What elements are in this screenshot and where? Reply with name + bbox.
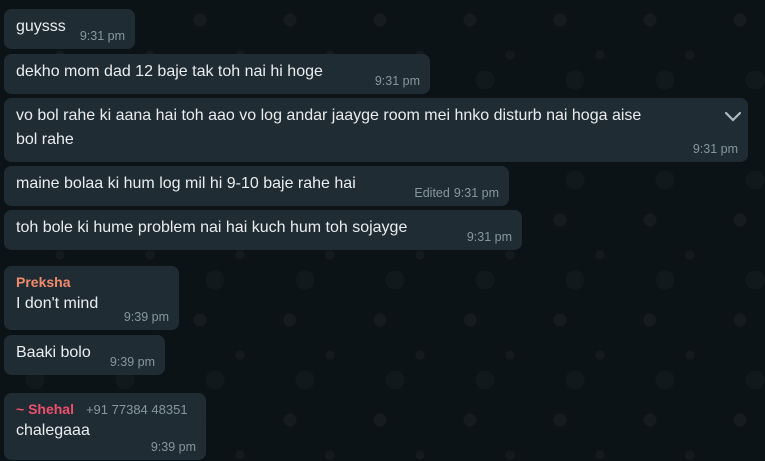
message-time: 9:31 pm	[374, 74, 420, 88]
edited-label: Edited	[414, 186, 450, 200]
message-bubble[interactable]: vo bol rahe ki aana hai toh aao vo log a…	[4, 98, 748, 162]
message-bubble[interactable]: ~ Shehal +91 77384 48351 chalegaaa 9:39 …	[4, 393, 206, 460]
message-text: toh bole ki hume problem nai hai kuch hu…	[16, 219, 408, 236]
message-bubble[interactable]: Preksha I don't mind 9:39 pm	[4, 266, 179, 330]
message-text: vo bol rahe ki aana hai toh aao vo log a…	[16, 107, 642, 124]
message-time: Edited 9:31 pm	[414, 186, 499, 200]
message-bubble[interactable]: toh bole ki hume problem nai hai kuch hu…	[4, 210, 522, 250]
message-menu-button[interactable]	[712, 104, 742, 130]
message-time: 9:39 pm	[123, 310, 169, 324]
message-text: dekho mom dad 12 baje tak toh nai hi hog…	[16, 63, 323, 80]
chevron-down-icon	[724, 111, 742, 122]
message-bubble[interactable]: Baaki bolo 9:39 pm	[4, 335, 165, 375]
sender-row: ~ Shehal +91 77384 48351	[16, 399, 194, 419]
message-text-continued: bol rahe	[16, 131, 74, 148]
message-time: 9:31 pm	[466, 230, 512, 244]
message-bubble[interactable]: dekho mom dad 12 baje tak toh nai hi hog…	[4, 54, 430, 94]
message-bubble[interactable]: guysss 9:31 pm	[4, 9, 135, 49]
message-time: 9:39 pm	[150, 440, 196, 454]
message-time: 9:39 pm	[109, 355, 155, 369]
sender-name[interactable]: ~ Shehal	[16, 399, 74, 419]
message-time: 9:31 pm	[79, 29, 125, 43]
sender-name[interactable]: Preksha	[16, 272, 167, 292]
message-time: 9:31 pm	[692, 142, 738, 156]
message-list[interactable]: guysss 9:31 pm dekho mom dad 12 baje tak…	[0, 0, 765, 461]
sender-phone[interactable]: +91 77384 48351	[86, 402, 188, 417]
message-bubble[interactable]: maine bolaa ki hum log mil hi 9-10 baje …	[4, 166, 509, 206]
